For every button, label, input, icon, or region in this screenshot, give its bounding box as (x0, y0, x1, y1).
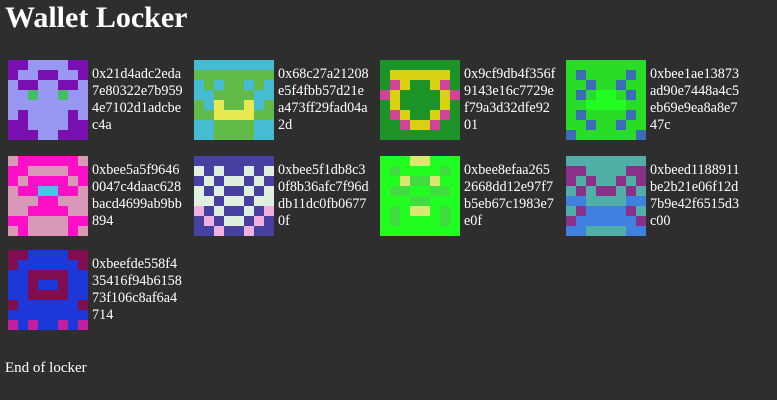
wallet-card: 0xbee1ae13873ad90e7448a4c5eb69e9ea8a8e74… (566, 60, 742, 140)
footer-text: End of locker (5, 360, 87, 376)
wallet-address: 0x21d4adc2eda7e80322e7b9594e7102d1adcbec… (92, 66, 183, 133)
wallet-card: 0xbee5a5f96460047c4daac628bacd4699ab9bb8… (8, 156, 184, 236)
wallet-card: 0xbeed1188911be2b21e06f12d7b9e42f6515d3c… (566, 156, 742, 236)
wallet-address: 0x68c27a21208e5f4fbb57d21ea473ff29fad04a… (278, 66, 369, 133)
wallet-address: 0xbee1ae13873ad90e7448a4c5eb69e9ea8a8e74… (650, 66, 740, 133)
wallet-identicon (566, 156, 646, 236)
wallet-identicon (194, 156, 274, 236)
wallet-identicon (380, 60, 460, 140)
wallet-identicon (8, 60, 88, 140)
wallet-identicon (566, 60, 646, 140)
wallet-identicon (380, 156, 460, 236)
wallet-address: 0xbeefde558f435416f94b615873f106c8af6a47… (92, 256, 182, 323)
wallet-address: 0x9cf9db4f356f9143e16c7729ef79a3d32dfe92… (464, 66, 556, 133)
wallet-address: 0xbee5a5f96460047c4daac628bacd4699ab9bb8… (92, 162, 182, 229)
wallet-card: 0x9cf9db4f356f9143e16c7729ef79a3d32dfe92… (380, 60, 556, 140)
page-title: Wallet Locker (5, 1, 188, 34)
wallet-identicon (8, 156, 88, 236)
wallet-card: 0xbee8efaa2652668dd12e97f7b5eb67c1983e7e… (380, 156, 556, 236)
wallet-card: 0x21d4adc2eda7e80322e7b9594e7102d1adcbec… (8, 60, 184, 140)
wallet-identicon (194, 60, 274, 140)
wallet-identicon (8, 250, 88, 330)
wallet-card: 0xbeefde558f435416f94b615873f106c8af6a47… (8, 250, 184, 330)
wallet-address: 0xbee8efaa2652668dd12e97f7b5eb67c1983e7e… (464, 162, 554, 229)
wallet-card: 0xbee5f1db8c30f8b36afc7f96ddb11dc0fb0677… (194, 156, 370, 236)
wallet-address: 0xbeed1188911be2b21e06f12d7b9e42f6515d3c… (650, 162, 740, 229)
wallet-address: 0xbee5f1db8c30f8b36afc7f96ddb11dc0fb0677… (278, 162, 369, 229)
wallet-card: 0x68c27a21208e5f4fbb57d21ea473ff29fad04a… (194, 60, 370, 140)
